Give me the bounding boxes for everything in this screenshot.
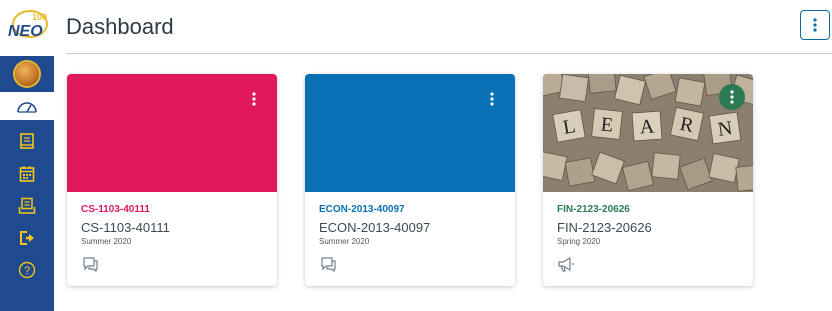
svg-text:?: ? (24, 265, 30, 277)
courses-icon (20, 133, 34, 149)
page-title: Dashboard (66, 14, 174, 39)
course-card[interactable]: L E A R N FIN-2123-20626 FIN-2123-20626 … (543, 74, 753, 286)
tile-letter: A (639, 115, 655, 138)
tile-letter: N (716, 117, 733, 141)
kebab-menu-icon (490, 92, 494, 106)
kebab-menu-icon (730, 90, 734, 104)
inbox-icon (18, 197, 36, 214)
help-icon: ? (18, 261, 36, 279)
svg-text:NEO: NEO (8, 23, 43, 40)
course-card-code[interactable]: CS-1103-40111 (81, 204, 150, 215)
header-divider (66, 53, 832, 54)
global-navigation: NEO 100 ? (0, 0, 54, 311)
course-card-code[interactable]: ECON-2013-40097 (319, 204, 405, 215)
tile-letter: E (600, 113, 614, 136)
kebab-menu-icon (252, 92, 256, 106)
course-card-term: Summer 2020 (319, 237, 370, 246)
course-card-options-button[interactable] (241, 86, 267, 112)
svg-text:100: 100 (32, 12, 47, 22)
nav-logout[interactable] (0, 224, 54, 252)
discussions-icon[interactable] (81, 256, 99, 272)
announcements-icon[interactable] (557, 256, 575, 272)
avatar (15, 62, 39, 86)
course-card-code[interactable]: FIN-2123-20626 (557, 204, 630, 215)
course-card-name: FIN-2123-20626 (557, 220, 652, 235)
nav-calendar[interactable] (0, 160, 54, 188)
course-card-options-button[interactable] (479, 86, 505, 112)
nav-dashboard[interactable] (0, 92, 54, 120)
calendar-icon (19, 166, 35, 182)
course-card-term: Spring 2020 (557, 237, 601, 246)
dashboard-options-button[interactable] (800, 10, 830, 40)
course-card-term: Summer 2020 (81, 237, 132, 246)
nav-account[interactable] (0, 60, 54, 88)
course-card[interactable]: CS-1103-40111 CS-1103-40111 Summer 2020 (67, 74, 277, 286)
course-card[interactable]: ECON-2013-40097 ECON-2013-40097 Summer 2… (305, 74, 515, 286)
nav-help[interactable]: ? (0, 256, 54, 284)
nav-courses[interactable] (0, 128, 54, 156)
course-card-name: CS-1103-40111 (81, 220, 170, 235)
course-card-options-button[interactable] (719, 84, 745, 110)
logout-icon (20, 231, 34, 245)
course-card-name: ECON-2013-40097 (319, 220, 431, 235)
kebab-menu-icon (813, 18, 817, 32)
discussions-icon[interactable] (319, 256, 337, 272)
dashboard-icon (17, 102, 37, 113)
nav-inbox[interactable] (0, 192, 54, 220)
neo-logo[interactable]: NEO 100 (4, 6, 50, 46)
